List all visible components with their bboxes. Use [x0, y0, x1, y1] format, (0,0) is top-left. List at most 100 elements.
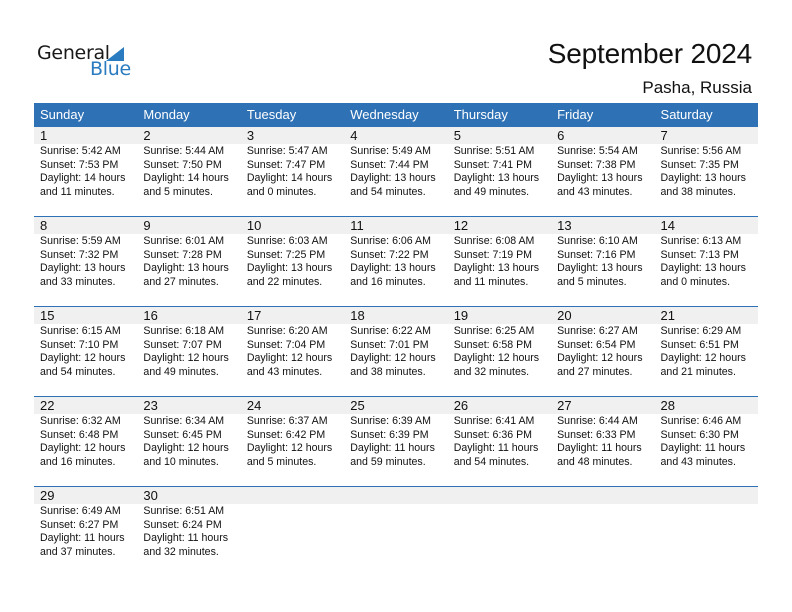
day-cell: Sunrise: 6:29 AM Sunset: 6:51 PM Daylight:… — [655, 324, 758, 379]
day-cell: Sunrise: 6:27 AM Sunset: 6:54 PM Daylight:… — [551, 324, 654, 379]
daylight-text: and 54 minutes. — [40, 365, 116, 378]
daylight-text: Daylight: 13 hours — [350, 172, 436, 185]
daylight-text: and 38 minutes. — [350, 365, 426, 378]
day-number — [448, 487, 551, 504]
day-cell: Sunrise: 6:20 AM Sunset: 7:04 PM Daylight:… — [241, 324, 344, 379]
day-cell: Sunrise: 6:06 AM Sunset: 7:22 PM Daylight:… — [344, 234, 447, 289]
weekday-header: Friday — [557, 107, 594, 122]
sunrise-text: Sunrise: 6:34 AM — [143, 415, 225, 427]
sunrise-text: Sunrise: 6:25 AM — [453, 325, 535, 337]
logo: General Blue — [37, 42, 137, 82]
sunrise-text: Sunrise: 6:51 AM — [143, 505, 225, 517]
sunset-text: Sunset: 7:41 PM — [453, 158, 533, 171]
day-number-band: 8 9 10 11 12 13 14 — [34, 217, 758, 234]
daylight-text: and 0 minutes. — [246, 185, 317, 198]
daylight-text: Daylight: 13 hours — [143, 262, 229, 275]
sunrise-text: Sunrise: 6:37 AM — [246, 415, 328, 427]
day-number: 6 — [557, 128, 565, 143]
daylight-text: and 27 minutes. — [557, 365, 633, 378]
day-info-band: Sunrise: 6:15 AM Sunset: 7:10 PM Daylight:… — [34, 324, 758, 379]
sunset-text: Sunset: 7:35 PM — [660, 158, 739, 171]
day-number: 28 — [660, 398, 675, 413]
daylight-text: Daylight: 11 hours — [350, 442, 435, 455]
daylight-text: Daylight: 14 hours — [143, 172, 229, 185]
day-cell: Sunrise: 5:59 AM Sunset: 7:32 PM Daylight:… — [34, 234, 137, 289]
logo-text-blue: Blue — [90, 58, 131, 80]
day-cell: Sunrise: 6:32 AM Sunset: 6:48 PM Daylight:… — [34, 414, 137, 469]
day-info-band: Sunrise: 6:32 AM Sunset: 6:48 PM Daylight:… — [34, 414, 758, 469]
daylight-text: Daylight: 13 hours — [660, 172, 746, 185]
daylight-text: and 21 minutes. — [660, 365, 736, 378]
weekday-header: Tuesday — [246, 107, 297, 122]
day-number: 30 — [143, 488, 158, 503]
daylight-text: and 22 minutes. — [246, 275, 323, 288]
daylight-text: and 0 minutes. — [660, 275, 731, 288]
day-number: 7 — [660, 128, 668, 143]
sunset-text: Sunset: 7:32 PM — [40, 248, 119, 261]
sunset-text: Sunset: 7:28 PM — [143, 248, 222, 261]
day-cell: Sunrise: 5:54 AM Sunset: 7:38 PM Daylight:… — [551, 144, 654, 199]
week-row: 1 2 3 4 5 6 7 Sunrise: 5:42 AM Sunset: 7:53 PM Da… — [34, 126, 758, 216]
weekday-header: Wednesday — [350, 107, 419, 122]
day-number-band: 29 30 — [34, 487, 758, 504]
day-number: 9 — [143, 218, 151, 233]
weekday-header: Thursday — [453, 107, 508, 122]
sunrise-text: Sunrise: 6:27 AM — [557, 325, 638, 337]
daylight-text: Daylight: 12 hours — [246, 442, 333, 455]
day-cell — [655, 504, 758, 559]
sunrise-text: Sunrise: 5:54 AM — [557, 145, 638, 157]
day-cell: Sunrise: 6:15 AM Sunset: 7:10 PM Daylight:… — [34, 324, 137, 379]
sunset-text: Sunset: 6:33 PM — [557, 428, 636, 441]
day-number: 20 — [557, 308, 572, 323]
day-cell: Sunrise: 6:46 AM Sunset: 6:30 PM Daylight:… — [655, 414, 758, 469]
day-cell: Sunrise: 5:49 AM Sunset: 7:44 PM Daylight:… — [344, 144, 447, 199]
sunrise-text: Sunrise: 6:44 AM — [557, 415, 638, 427]
daylight-text: Daylight: 11 hours — [453, 442, 539, 455]
daylight-text: Daylight: 13 hours — [40, 262, 126, 275]
weekday-header: Saturday — [660, 107, 713, 122]
day-number: 12 — [453, 218, 469, 233]
daylight-text: Daylight: 13 hours — [557, 262, 643, 275]
daylight-text: and 27 minutes. — [143, 275, 219, 288]
daylight-text: and 43 minutes. — [557, 185, 633, 198]
weekday-header-row: Sunday Monday Tuesday Wednesday Thursday Frid… — [34, 103, 758, 126]
sunrise-text: Sunrise: 6:32 AM — [40, 415, 121, 427]
day-cell: Sunrise: 6:34 AM Sunset: 6:45 PM Daylight:… — [137, 414, 240, 469]
day-number-band: 22 23 24 25 26 27 28 — [34, 397, 758, 414]
day-info-band: Sunrise: 5:59 AM Sunset: 7:32 PM Daylight:… — [34, 234, 758, 289]
sunrise-text: Sunrise: 6:49 AM — [40, 505, 121, 517]
daylight-text: and 16 minutes. — [40, 455, 116, 468]
sunrise-text: Sunrise: 6:29 AM — [660, 325, 742, 337]
day-number: 11 — [350, 218, 364, 233]
daylight-text: Daylight: 13 hours — [660, 262, 746, 275]
sunset-text: Sunset: 7:44 PM — [350, 158, 429, 171]
sunset-text: Sunset: 7:04 PM — [246, 338, 326, 351]
day-cell: Sunrise: 6:10 AM Sunset: 7:16 PM Daylight:… — [551, 234, 654, 289]
daylight-text: and 37 minutes. — [40, 545, 116, 558]
sunset-text: Sunset: 7:01 PM — [350, 338, 429, 351]
week-row: 15 16 17 18 19 20 21 Sunrise: 6:15 AM Sunset: 7:… — [34, 306, 758, 396]
day-number: 23 — [143, 398, 158, 413]
sunrise-text: Sunrise: 6:46 AM — [660, 415, 742, 427]
sunrise-text: Sunrise: 6:10 AM — [557, 235, 638, 247]
day-info-band: Sunrise: 6:49 AM Sunset: 6:27 PM Daylight:… — [34, 504, 758, 559]
day-number: 3 — [246, 128, 255, 143]
daylight-text: Daylight: 11 hours — [660, 442, 746, 455]
day-number: 10 — [246, 218, 262, 233]
day-cell: Sunrise: 5:51 AM Sunset: 7:41 PM Daylight:… — [448, 144, 551, 199]
sunset-text: Sunset: 7:47 PM — [246, 158, 326, 171]
day-cell: Sunrise: 6:03 AM Sunset: 7:25 PM Daylight:… — [241, 234, 344, 289]
daylight-text: and 33 minutes. — [40, 275, 116, 288]
sunset-text: Sunset: 6:42 PM — [246, 428, 326, 441]
sunrise-text: Sunrise: 5:49 AM — [350, 145, 431, 157]
day-number: 5 — [453, 128, 461, 143]
daylight-text: and 5 minutes. — [143, 185, 213, 198]
day-number: 19 — [453, 308, 469, 323]
day-number: 17 — [246, 308, 262, 323]
daylight-text: Daylight: 12 hours — [143, 442, 229, 455]
day-number: 13 — [557, 218, 572, 233]
day-cell: Sunrise: 6:44 AM Sunset: 6:33 PM Daylight:… — [551, 414, 654, 469]
sunset-text: Sunset: 6:30 PM — [660, 428, 739, 441]
sunrise-text: Sunrise: 6:13 AM — [660, 235, 742, 247]
daylight-text: Daylight: 13 hours — [557, 172, 643, 185]
